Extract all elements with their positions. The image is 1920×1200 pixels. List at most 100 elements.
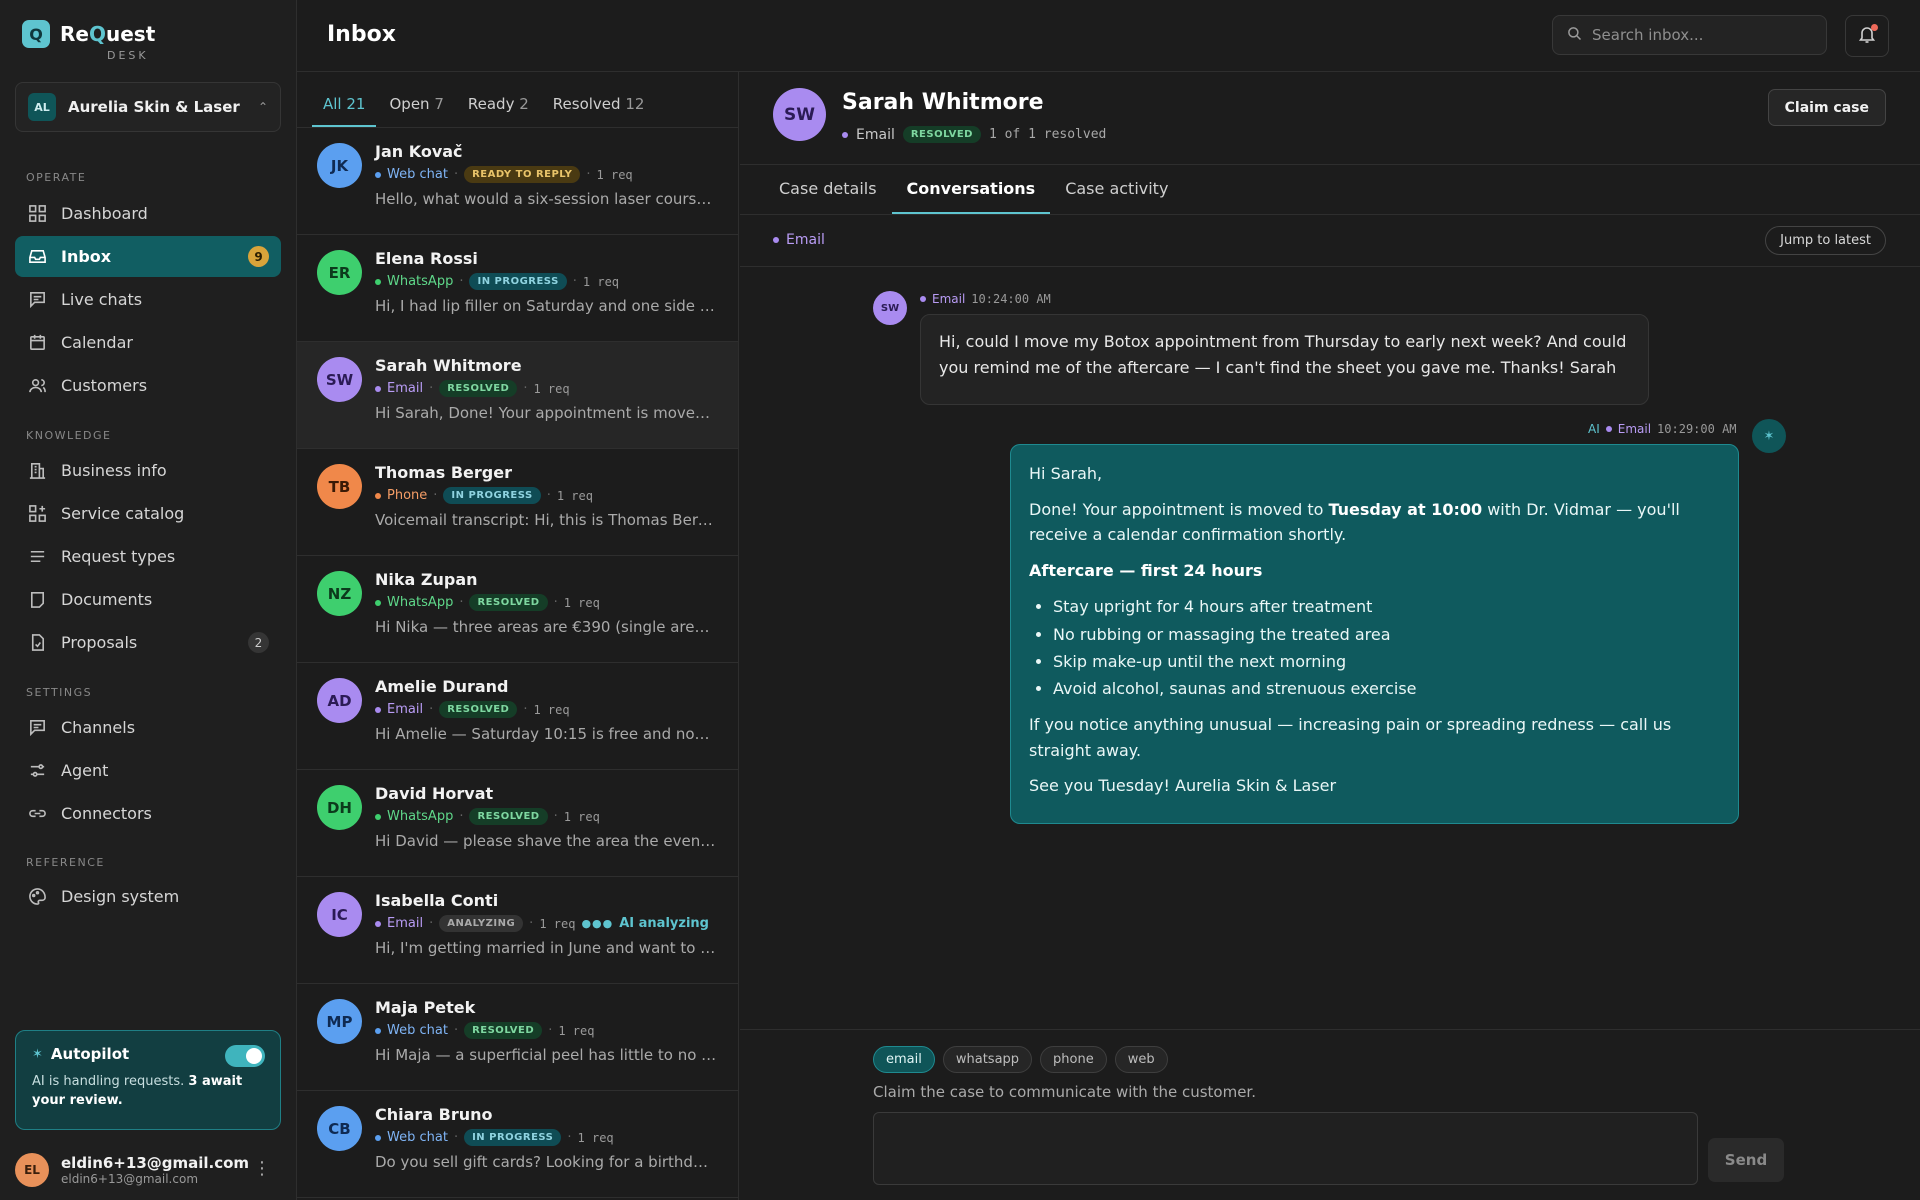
status-badge: IN PROGRESS [464, 1129, 562, 1146]
sidebar-item-proposals[interactable]: Proposals 2 [15, 622, 281, 663]
sidebar-item-customers[interactable]: Customers [15, 365, 281, 406]
tab-open[interactable]: Open 7 [378, 95, 454, 127]
search-icon [1567, 26, 1582, 45]
avatar: SW [873, 291, 907, 325]
row-request-count: 1 req [533, 381, 570, 396]
message-input[interactable] [873, 1112, 1698, 1185]
list-item: No rubbing or massaging the treated area [1053, 621, 1720, 648]
composer-note: Claim the case to communicate with the c… [873, 1083, 1256, 1101]
sidebar-item-service-catalog[interactable]: Service catalog [15, 493, 281, 534]
status-badge: RESOLVED [464, 1022, 543, 1039]
status-badge: RESOLVED [469, 808, 548, 825]
list-item[interactable]: CB Chiara Bruno Web chat · IN PROGRESS · 1 req… [297, 1091, 738, 1198]
notifications-button[interactable] [1845, 15, 1889, 57]
channel-dot [375, 920, 381, 927]
list-item[interactable]: ER Elena Rossi WhatsApp · IN PROGRESS · 1 req H… [297, 235, 738, 342]
channel-dot [375, 1027, 381, 1034]
top-bar: Inbox Search inbox... [297, 0, 1920, 72]
sidebar-item-inbox[interactable]: Inbox 9 [15, 236, 281, 277]
channel-chip-phone[interactable]: phone [1040, 1046, 1107, 1073]
channel-dot [375, 1134, 381, 1141]
tab-count: 7 [434, 95, 444, 113]
row-meta: Web chat · IN PROGRESS · 1 req [375, 1129, 738, 1146]
nav-section-knowledge: KNOWLEDGE [26, 429, 112, 442]
row-customer-name: Amelie Durand [375, 677, 509, 696]
conversation-detail: SW Sarah Whitmore Email RESOLVED 1 of 1 … [740, 72, 1920, 1200]
list-item: Stay upright for 4 hours after treatment [1053, 593, 1720, 620]
sidebar-item-label: Documents [61, 590, 153, 609]
sidebar-item-dashboard[interactable]: Dashboard [15, 193, 281, 234]
avatar: NZ [317, 571, 362, 616]
separator: · [453, 1130, 459, 1145]
ai-avatar-sparkle-icon: ✶ [1752, 419, 1786, 453]
brand[interactable]: Q ReQuest DESK [22, 20, 155, 62]
tab-count: 2 [519, 95, 529, 113]
sidebar-item-calendar[interactable]: Calendar [15, 322, 281, 363]
sidebar-item-documents[interactable]: Documents [15, 579, 281, 620]
sidebar-item-label: Business info [61, 461, 167, 480]
channel-chip-web[interactable]: web [1114, 1046, 1168, 1073]
row-channel: WhatsApp [387, 595, 454, 610]
sidebar-item-design-system[interactable]: Design system [15, 876, 281, 917]
sidebar-item-connectors[interactable]: Connectors [15, 793, 281, 834]
list-item[interactable]: SW Sarah Whitmore Email · RESOLVED · 1 req Hi S… [297, 342, 738, 449]
detail-meta: Email RESOLVED 1 of 1 resolved [842, 126, 1106, 143]
page-title: Inbox [327, 22, 396, 47]
channel-chip-email[interactable]: email [873, 1046, 935, 1073]
list-item[interactable]: MP Maja Petek Web chat · RESOLVED · 1 req Hi Ma… [297, 984, 738, 1091]
message-greeting: Hi Sarah, [1029, 464, 1103, 483]
resolved-count: 1 of 1 resolved [988, 127, 1107, 142]
message-paragraph: Done! Your appointment is moved to Tuesd… [1029, 497, 1720, 548]
workspace-switcher[interactable]: AL Aurelia Skin & Laser ⌃ [15, 82, 281, 132]
row-request-count: 1 req [556, 488, 593, 503]
list-item: Skip make-up until the next morning [1053, 648, 1720, 675]
send-button[interactable]: Send [1708, 1138, 1784, 1182]
list-item[interactable]: NZ Nika Zupan WhatsApp · RESOLVED · 1 req Hi Ni… [297, 556, 738, 663]
tab-ready[interactable]: Ready 2 [457, 95, 540, 127]
channel-chip-whatsapp[interactable]: whatsapp [942, 1046, 1033, 1073]
sidebar-item-business-info[interactable]: Business info [15, 450, 281, 491]
sidebar-item-label: Request types [61, 547, 176, 566]
tab-all[interactable]: All 21 [312, 95, 377, 127]
row-preview: Hi David — please shave the area the eve… [375, 832, 717, 850]
sidebar-item-agent[interactable]: Agent [15, 750, 281, 791]
separator: · [459, 274, 464, 289]
list-item[interactable]: AD Amelie Durand Email · RESOLVED · 1 req Hi Am… [297, 663, 738, 770]
tab-count: 12 [625, 95, 645, 113]
row-meta: Web chat · READY TO REPLY · 1 req [375, 166, 738, 183]
row-channel: Email [387, 702, 424, 717]
sidebar-item-live-chats[interactable]: Live chats [15, 279, 281, 320]
row-customer-name: Jan Kovač [375, 142, 463, 161]
avatar: IC [317, 892, 362, 937]
tab-resolved[interactable]: Resolved 12 [542, 95, 656, 127]
jump-to-latest-button[interactable]: Jump to latest [1765, 226, 1886, 255]
detail-header: SW Sarah Whitmore Email RESOLVED 1 of 1 … [740, 72, 1920, 165]
list-item[interactable]: TB Thomas Berger Phone · IN PROGRESS · 1 req Vo… [297, 449, 738, 556]
separator: · [459, 595, 464, 610]
sidebar-item-label: Channels [61, 718, 136, 737]
sidebar-item-channels[interactable]: Channels [15, 707, 281, 748]
autopilot-toggle[interactable] [225, 1045, 265, 1067]
claim-case-button[interactable]: Claim case [1767, 89, 1886, 126]
tab-case-details[interactable]: Case details [764, 165, 892, 214]
search-placeholder: Search inbox... [1592, 26, 1704, 44]
user-profile[interactable]: EL eldin6+13@gmail.com eldin6+13@gmail.c… [15, 1150, 281, 1190]
sidebar-item-request-types[interactable]: Request types [15, 536, 281, 577]
row-channel: WhatsApp [387, 809, 454, 824]
message-thread: SW Email 10:24:00 AM Hi, could I move my… [740, 267, 1920, 1027]
list-item[interactable]: DH David Horvat WhatsApp · RESOLVED · 1 req Hi … [297, 770, 738, 877]
list-icon [27, 547, 47, 567]
tab-case-activity[interactable]: Case activity [1050, 165, 1183, 214]
row-request-count: 1 req [563, 595, 600, 610]
tab-label: Resolved [552, 95, 621, 113]
tab-conversations[interactable]: Conversations [891, 165, 1051, 214]
sliders-icon [27, 761, 47, 781]
aftercare-list: Stay upright for 4 hours after treatment… [1053, 593, 1720, 702]
list-item[interactable]: JK Jan Kovač Web chat · READY TO REPLY · 1 req… [297, 128, 738, 235]
more-vertical-icon[interactable]: ⋮ [253, 1158, 271, 1179]
search-input[interactable]: Search inbox... [1552, 15, 1827, 55]
sparkle-icon: ✶ [32, 1046, 43, 1062]
avatar: TB [317, 464, 362, 509]
palette-icon [27, 887, 47, 907]
list-item[interactable]: IC Isabella Conti Email · ANALYZING · 1 req ●●●… [297, 877, 738, 984]
